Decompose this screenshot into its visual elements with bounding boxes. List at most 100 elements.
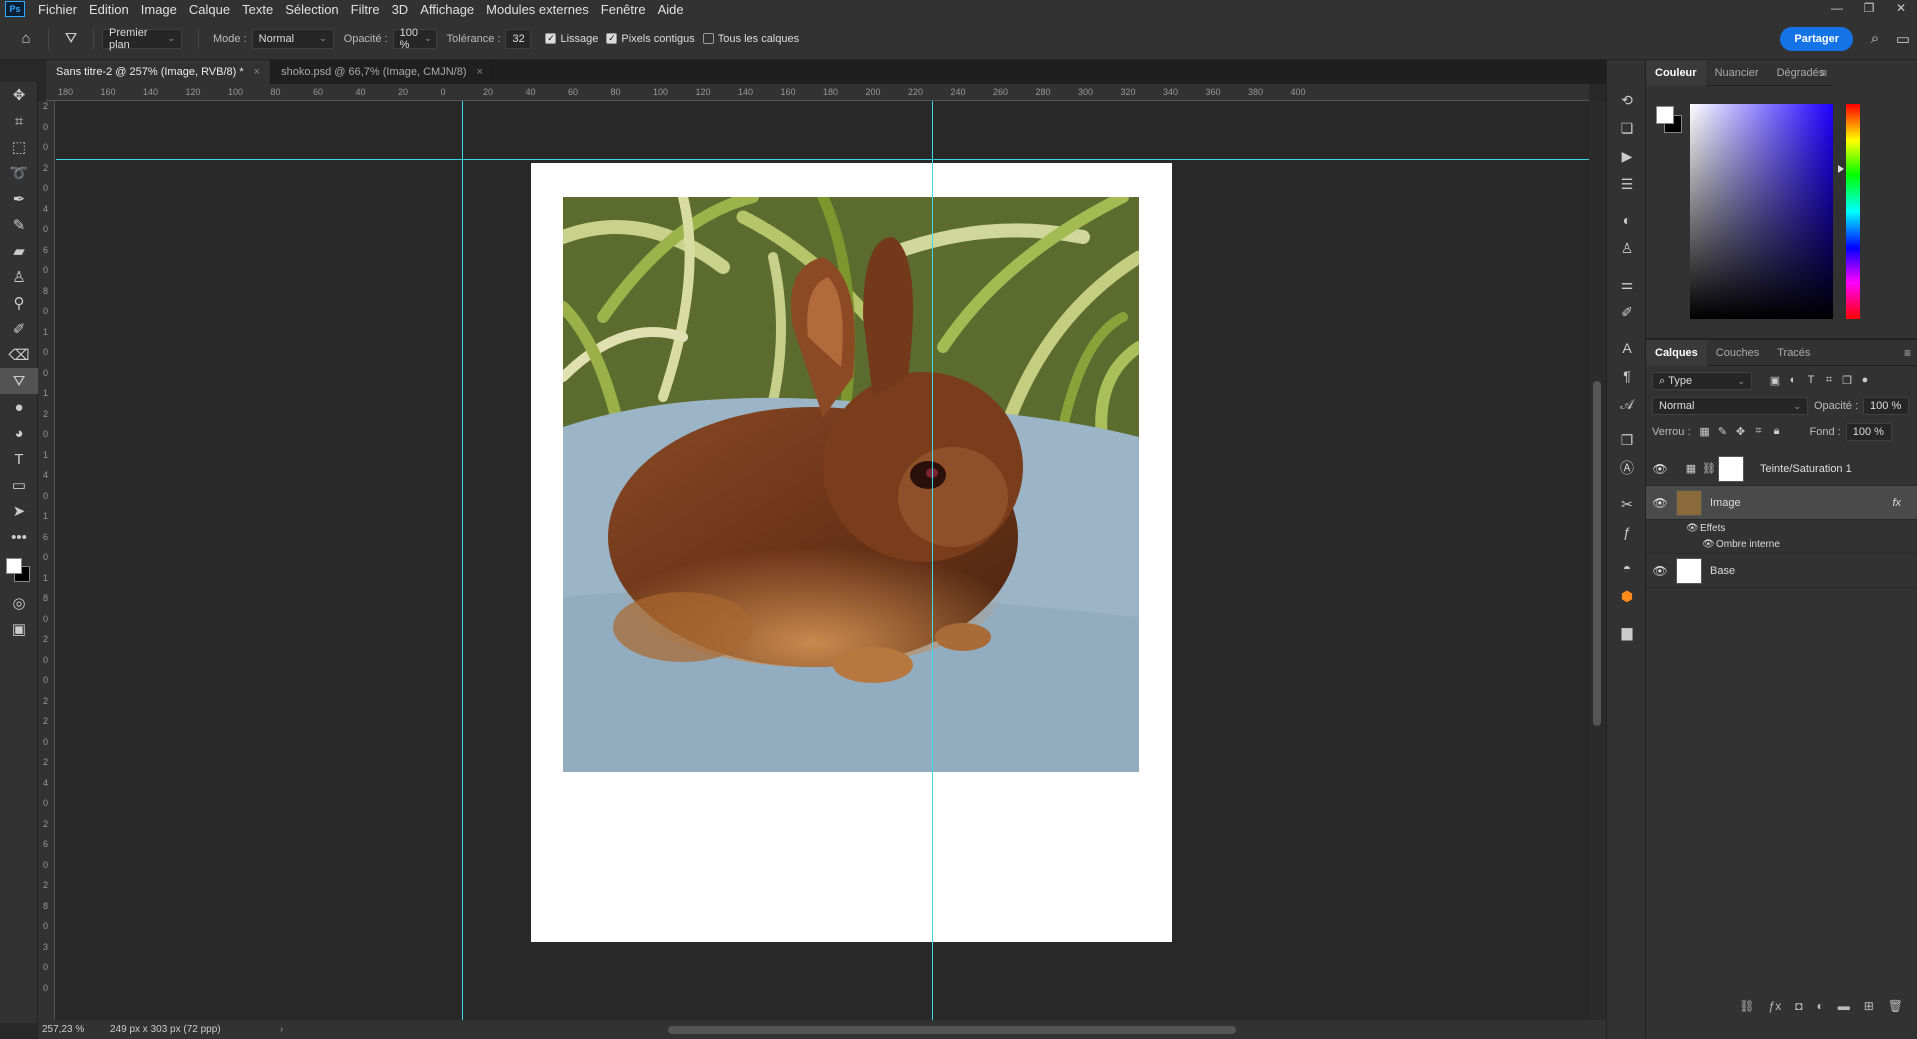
home-icon[interactable]: ⌂ xyxy=(12,30,40,47)
opacity-input[interactable]: 100 % ⌄ xyxy=(392,27,437,51)
tab-traces[interactable]: Tracés xyxy=(1768,340,1819,366)
restore-icon[interactable]: ❐ xyxy=(1853,0,1885,18)
lock-position-icon[interactable]: ✥ xyxy=(1734,425,1748,439)
tolerance-input[interactable]: 32 xyxy=(505,28,532,49)
zoom-level[interactable]: 257,23 % xyxy=(38,1024,110,1035)
screen-mode-icon[interactable]: ▣ xyxy=(0,616,38,642)
guide-horizontal-top[interactable] xyxy=(56,159,1589,160)
workspace-icon[interactable]: ▭ xyxy=(1889,30,1917,48)
canvas-area[interactable] xyxy=(56,101,1589,1020)
layer-row-image[interactable]: 👁︎ Image fx xyxy=(1646,486,1917,520)
quick-mask-icon[interactable]: ◎ xyxy=(0,590,38,616)
add-style-icon[interactable]: ƒx xyxy=(1769,999,1782,1013)
menu-image[interactable]: Image xyxy=(135,2,183,17)
marquee-tool-icon[interactable]: ⬚ xyxy=(0,134,38,160)
lasso-tool-icon[interactable]: ➰ xyxy=(0,160,38,186)
character-icon[interactable]: A xyxy=(1607,334,1647,362)
eyedropper-tool-icon[interactable]: ⚲ xyxy=(0,290,38,316)
search-icon[interactable]: ⌕ xyxy=(1861,30,1889,47)
effect-row-inner-shadow[interactable]: 👁︎ Ombre interne xyxy=(1646,536,1917,554)
lock-transparency-icon[interactable]: ▦ xyxy=(1698,425,1712,439)
brush-tool-icon[interactable]: ✐ xyxy=(0,316,38,342)
tab-couches[interactable]: Couches xyxy=(1707,340,1768,366)
foreground-color-swatch[interactable] xyxy=(6,558,22,574)
paint-bucket-preset-icon[interactable]: ⛛ xyxy=(57,30,85,47)
type-tool-icon[interactable]: T xyxy=(0,446,38,472)
history-icon[interactable]: ⟲ xyxy=(1607,86,1647,114)
navigator-icon[interactable]: ◓ xyxy=(1607,554,1647,582)
fill-input[interactable]: 100 % xyxy=(1845,423,1892,441)
clone-source-icon[interactable]: ♙ xyxy=(1607,234,1647,262)
hue-slider-arrow-icon[interactable] xyxy=(1838,165,1844,173)
tab-couleur[interactable]: Couleur xyxy=(1646,59,1706,86)
delete-layer-icon[interactable]: 🗑︎ xyxy=(1888,999,1903,1013)
guide-vertical-left[interactable] xyxy=(462,101,463,1020)
filter-pixel-icon[interactable]: ▣ xyxy=(1768,374,1782,388)
brush-settings-icon[interactable]: ✐ xyxy=(1607,298,1647,326)
menu-modules-externes[interactable]: Modules externes xyxy=(480,2,595,17)
link-icon[interactable]: ⛓ xyxy=(1702,462,1716,476)
menu-texte[interactable]: Texte xyxy=(236,2,279,17)
vertical-scrollbar[interactable] xyxy=(1589,101,1606,1020)
tab-nuancier[interactable]: Nuancier xyxy=(1706,60,1768,86)
pen-tool-icon[interactable]: ✒ xyxy=(0,186,38,212)
dodge-tool-icon[interactable]: ◕ xyxy=(0,420,38,446)
menu-fenetre[interactable]: Fenêtre xyxy=(595,2,652,17)
add-mask-icon[interactable]: ◘ xyxy=(1795,999,1802,1013)
menu-fichier[interactable]: Fichier xyxy=(32,2,83,17)
effects-row[interactable]: 👁︎ Effets xyxy=(1646,520,1917,536)
color-swatches[interactable] xyxy=(0,550,38,590)
visibility-eye-icon[interactable]: 👁︎ xyxy=(1686,523,1700,534)
clone-stamp-tool-icon[interactable]: ♙ xyxy=(0,264,38,290)
color-picker-field[interactable] xyxy=(1690,104,1833,319)
plugins-icon[interactable]: ▆ xyxy=(1607,618,1647,646)
layer-thumbnail[interactable] xyxy=(1676,557,1702,584)
rectangle-tool-icon[interactable]: ▭ xyxy=(0,472,38,498)
panel-menu-icon[interactable]: ≡ xyxy=(1820,66,1827,80)
layer-comps-icon[interactable]: ❐ xyxy=(1607,426,1647,454)
filter-shape-icon[interactable]: ⌗ xyxy=(1822,374,1836,388)
menu-edition[interactable]: Edition xyxy=(83,2,135,17)
layer-name[interactable]: Teinte/Saturation 1 xyxy=(1760,463,1852,475)
layer-row-base[interactable]: 👁︎ Base xyxy=(1646,554,1917,588)
mode-select[interactable]: Normal ⌄ xyxy=(251,28,334,49)
visibility-eye-icon[interactable]: 👁︎ xyxy=(1646,496,1674,510)
minimize-icon[interactable]: — xyxy=(1821,0,1853,18)
lock-image-icon[interactable]: ✎ xyxy=(1716,425,1730,439)
horizontal-scrollbar-thumb[interactable] xyxy=(668,1026,1236,1034)
menu-selection[interactable]: Sélection xyxy=(279,2,344,17)
guide-vertical-right[interactable] xyxy=(932,101,933,1020)
menu-filtre[interactable]: Filtre xyxy=(345,2,386,17)
layer-opacity-input[interactable]: 100 % xyxy=(1863,397,1910,415)
layer-thumbnail[interactable] xyxy=(1676,489,1702,516)
eraser-tool-icon[interactable]: ⌫ xyxy=(0,342,38,368)
tab-calques[interactable]: Calques xyxy=(1646,339,1707,366)
path-selection-tool-icon[interactable]: ➤ xyxy=(0,498,38,524)
layer-mask-thumbnail[interactable] xyxy=(1718,455,1744,482)
character-styles-icon[interactable]: Ⓐ xyxy=(1607,454,1647,482)
filter-adjustment-icon[interactable]: ◐ xyxy=(1786,374,1800,388)
foreground-swatch[interactable] xyxy=(1656,106,1674,124)
close-icon[interactable]: ✕ xyxy=(1885,0,1917,18)
menu-affichage[interactable]: Affichage xyxy=(414,2,480,17)
fill-source-select[interactable]: Premier plan ⌄ xyxy=(102,27,182,51)
close-tab-icon[interactable]: × xyxy=(477,66,483,78)
new-layer-icon[interactable]: ⊞ xyxy=(1864,999,1874,1013)
glyphs-icon[interactable]: 𝒜 xyxy=(1607,390,1647,418)
paragraph-icon[interactable]: ¶ xyxy=(1607,362,1647,390)
pixels-contigus-checkbox[interactable]: ✓ Pixels contigus xyxy=(606,33,695,45)
menu-aide[interactable]: Aide xyxy=(652,2,690,17)
quick-select-tool-icon[interactable]: ✎ xyxy=(0,212,38,238)
blend-mode-select[interactable]: Normal ⌄ xyxy=(1652,397,1808,415)
tools-icon[interactable]: ✂ xyxy=(1607,490,1647,518)
document-info[interactable]: 249 px x 303 px (72 ppp) xyxy=(110,1024,280,1035)
layer-row-teinte-saturation[interactable]: 👁︎ ▦ ⛓ Teinte/Saturation 1 xyxy=(1646,452,1917,486)
styles-icon[interactable]: ◐ xyxy=(1607,206,1647,234)
lock-artboard-icon[interactable]: ⌗ xyxy=(1752,425,1766,439)
lock-all-icon[interactable]: 🔒︎ xyxy=(1770,425,1784,439)
fx-badge[interactable]: fx xyxy=(1892,497,1901,509)
visibility-eye-icon[interactable]: 👁︎ xyxy=(1646,564,1674,578)
tab-shoko[interactable]: shoko.psd @ 66,7% (Image, CMJN/8) × xyxy=(271,60,494,84)
healing-brush-tool-icon[interactable]: ▰ xyxy=(0,238,38,264)
new-group-icon[interactable]: ▬ xyxy=(1838,999,1850,1013)
